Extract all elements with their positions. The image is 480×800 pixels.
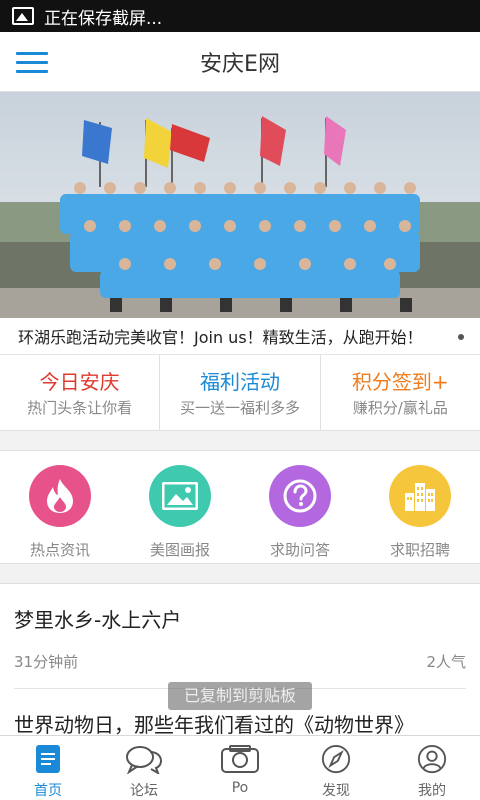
menu-icon[interactable]	[16, 52, 48, 74]
tab-po[interactable]: Po	[192, 736, 288, 800]
promo-welfare[interactable]: 福利活动 买一送一福利多多	[160, 355, 321, 430]
promo-title: 福利活动	[199, 370, 280, 394]
category-qa[interactable]: 求助问答	[240, 451, 360, 563]
app-bar: 安庆E网	[0, 32, 480, 92]
home-doc-icon	[36, 745, 60, 773]
category-label: 求职招聘	[389, 541, 450, 559]
tab-home[interactable]: 首页	[0, 736, 96, 800]
news-title: 梦里水乡-水上六户	[14, 608, 182, 632]
image-icon	[12, 7, 34, 25]
tab-label: 论坛	[130, 783, 158, 799]
building-icon	[389, 465, 451, 527]
promo-title: 积分签到+	[351, 370, 449, 394]
category-gallery[interactable]: 美图画报	[120, 451, 240, 563]
promo-subtitle: 热门头条让你看	[27, 399, 133, 417]
picture-icon	[149, 465, 211, 527]
compass-icon	[321, 744, 351, 774]
ticker-text: 环湖乐跑活动完美收官！Join us！精致生活，从跑开始！	[18, 328, 423, 347]
bottom-tab-bar: 首页 论坛 Po 发现 我的	[0, 735, 480, 800]
news-popularity: 2人气	[426, 653, 466, 671]
promo-subtitle: 赚积分/赢礼品	[352, 399, 448, 417]
toast-message: 已复制到剪贴板	[168, 682, 312, 710]
tab-label: 发现	[322, 783, 350, 799]
carousel-indicator	[458, 334, 464, 340]
tab-discover[interactable]: 发现	[288, 736, 384, 800]
user-icon	[417, 744, 447, 774]
fire-icon	[29, 465, 91, 527]
chat-bubbles-icon	[126, 746, 163, 776]
promo-today-anqing[interactable]: 今日安庆 热门头条让你看	[0, 355, 161, 430]
tab-label: Po	[231, 780, 249, 796]
news-time: 31分钟前	[14, 653, 79, 671]
category-label: 热点资讯	[29, 541, 90, 559]
category-label: 求助问答	[269, 541, 330, 559]
question-icon	[269, 465, 331, 527]
category-grid: 热点资讯 美图画报 求助问答 求职招聘	[0, 450, 480, 564]
news-ticker[interactable]: 环湖乐跑活动完美收官！Join us！精致生活，从跑开始！	[0, 318, 480, 355]
promo-row: 今日安庆 热门头条让你看 福利活动 买一送一福利多多 积分签到+ 赚积分/赢礼品	[0, 355, 480, 431]
tab-forum[interactable]: 论坛	[96, 736, 192, 800]
camera-icon	[221, 745, 259, 773]
category-jobs[interactable]: 求职招聘	[360, 451, 480, 563]
tab-mine[interactable]: 我的	[384, 736, 480, 800]
status-text: 正在保存截屏...	[44, 8, 163, 29]
promo-checkin[interactable]: 积分签到+ 赚积分/赢礼品	[321, 355, 480, 430]
promo-title: 今日安庆	[39, 370, 120, 394]
list-item[interactable]: 梦里水乡-水上六户 31分钟前 2人气	[0, 584, 480, 689]
status-bar: 正在保存截屏...	[0, 0, 480, 32]
tab-label: 首页	[34, 783, 62, 799]
banner-image[interactable]	[0, 92, 480, 318]
category-label: 美图画报	[149, 541, 210, 559]
tab-label: 我的	[418, 783, 446, 799]
page-title: 安庆E网	[200, 51, 280, 77]
news-list: 梦里水乡-水上六户 31分钟前 2人气 世界动物日，那些年我们看过的《动物世界》	[0, 583, 480, 735]
category-hot-news[interactable]: 热点资讯	[0, 451, 120, 563]
promo-subtitle: 买一送一福利多多	[179, 399, 300, 417]
